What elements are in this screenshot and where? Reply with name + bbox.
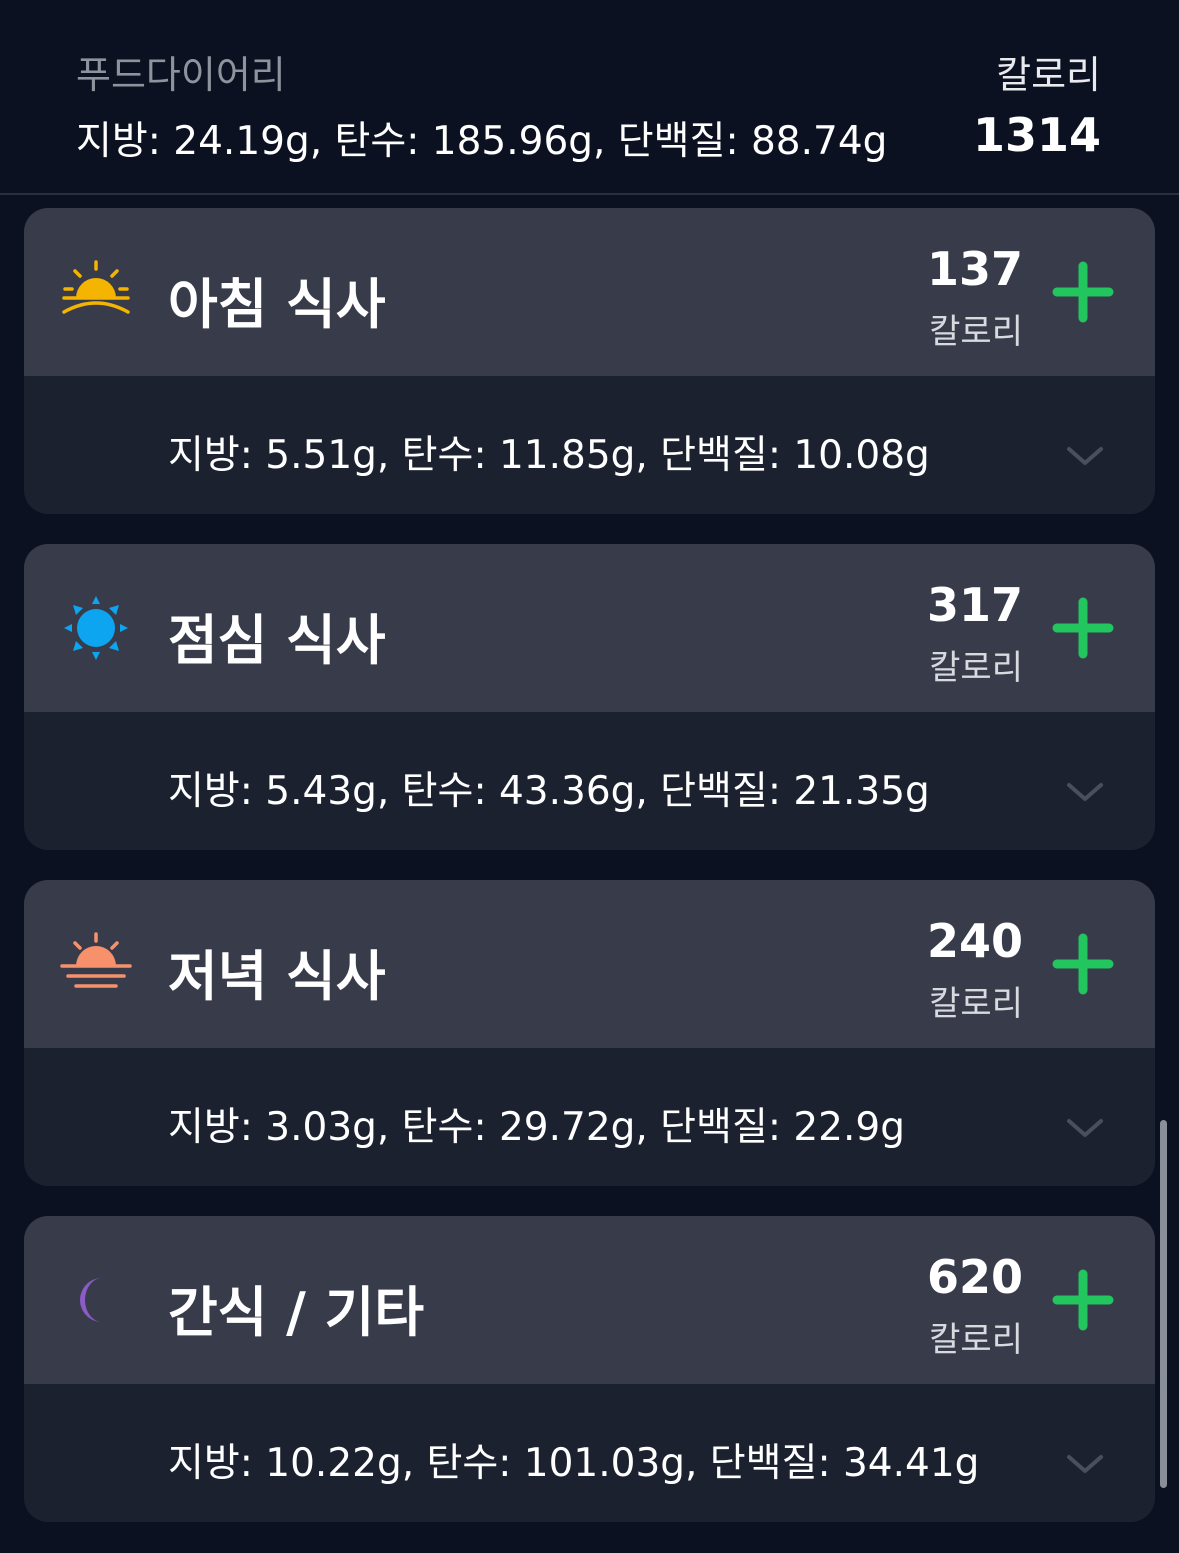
add-food-button[interactable] [1051,596,1115,660]
meal-macros: 지방: 10.22g, 탄수: 101.03g, 단백질: 34.41g [168,1441,980,1486]
plus-icon [1052,261,1114,323]
chevron-down-icon[interactable] [1065,1448,1105,1478]
meal-card-header[interactable]: 아침 식사 137 칼로리 [24,208,1155,376]
meal-macros: 지방: 3.03g, 탄수: 29.72g, 단백질: 22.9g [168,1105,905,1150]
app-title: 푸드다이어리 [76,53,286,97]
meal-calories-label: 칼로리 [929,984,1023,1024]
meal-card-dinner: 저녁 식사 240 칼로리 지방: 3.03g, 탄수: 29.72g, 단백질… [24,880,1155,1186]
meal-calories-label: 칼로리 [929,648,1023,688]
meal-calories-value: 317 [926,578,1023,632]
meal-macros: 지방: 5.43g, 탄수: 43.36g, 단백질: 21.35g [168,769,930,814]
meal-card-lunch: 점심 식사 317 칼로리 지방: 5.43g, 탄수: 43.36g, 단백질… [24,544,1155,850]
plus-icon [1052,597,1114,659]
sun-icon [58,590,134,666]
meal-calories-label: 칼로리 [929,312,1023,352]
meal-calories-value: 620 [926,1250,1023,1304]
plus-icon [1052,933,1114,995]
meal-macros: 지방: 5.51g, 탄수: 11.85g, 단백질: 10.08g [168,433,930,478]
chevron-down-icon[interactable] [1065,776,1105,806]
meal-title: 저녁 식사 [168,945,386,1008]
meal-title: 점심 식사 [168,609,386,672]
meal-calories-value: 137 [926,242,1023,296]
meal-card-header[interactable]: 간식 / 기타 620 칼로리 [24,1216,1155,1384]
moon-icon [58,1262,134,1338]
daily-calories-value: 1314 [972,108,1101,162]
add-food-button[interactable] [1051,260,1115,324]
chevron-down-icon[interactable] [1065,1112,1105,1142]
chevron-down-icon[interactable] [1065,440,1105,470]
sunset-icon [58,926,134,1002]
meal-card-header[interactable]: 저녁 식사 240 칼로리 [24,880,1155,1048]
add-food-button[interactable] [1051,932,1115,996]
add-food-button[interactable] [1051,1268,1115,1332]
meal-title: 간식 / 기타 [168,1281,425,1344]
meal-calories-value: 240 [926,914,1023,968]
header: 푸드다이어리 지방: 24.19g, 탄수: 185.96g, 단백질: 88.… [0,0,1179,195]
scrollbar[interactable] [1160,1120,1167,1488]
daily-calories-label: 칼로리 [996,53,1101,97]
meal-calories-label: 칼로리 [929,1320,1023,1360]
plus-icon [1052,1269,1114,1331]
meal-card-breakfast: 아침 식사 137 칼로리 지방: 5.51g, 탄수: 11.85g, 단백질… [24,208,1155,514]
daily-macros: 지방: 24.19g, 탄수: 185.96g, 단백질: 88.74g [76,119,888,164]
meal-title: 아침 식사 [168,273,386,336]
meal-card-snack: 간식 / 기타 620 칼로리 지방: 10.22g, 탄수: 101.03g,… [24,1216,1155,1522]
sunrise-icon [58,254,134,330]
meal-card-header[interactable]: 점심 식사 317 칼로리 [24,544,1155,712]
